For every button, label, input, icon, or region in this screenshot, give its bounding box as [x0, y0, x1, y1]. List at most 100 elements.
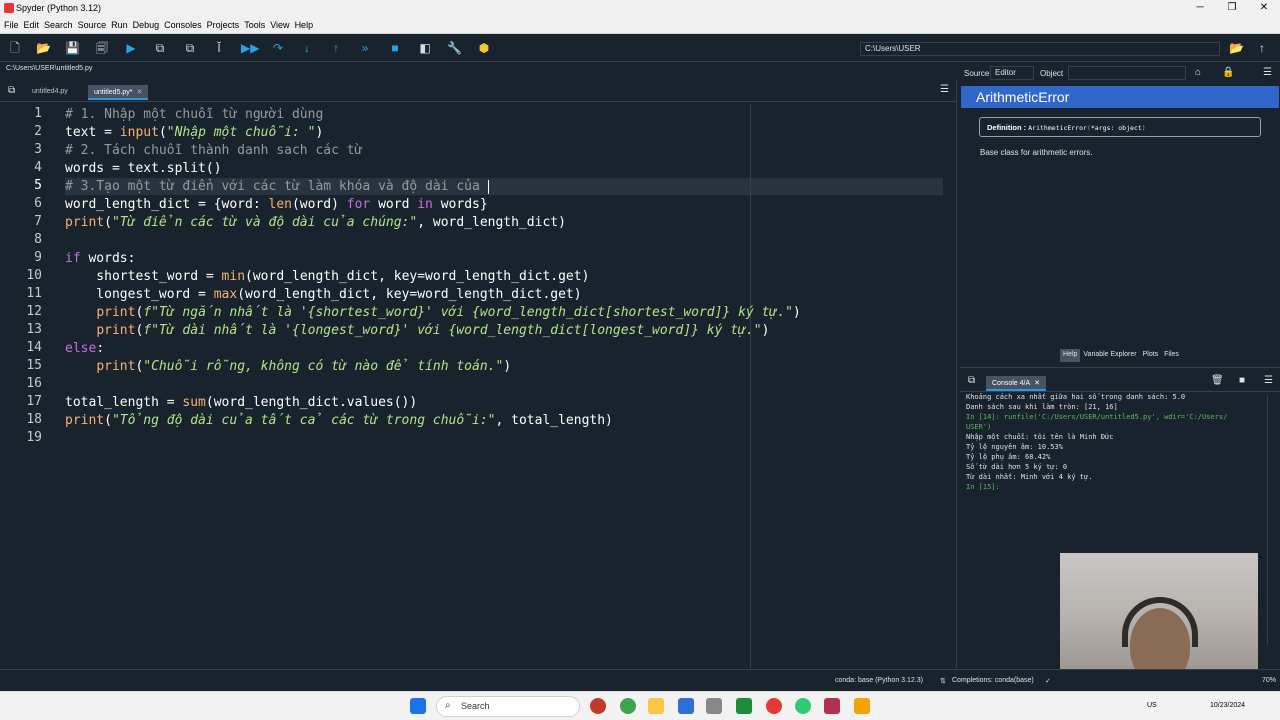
object-input[interactable]	[1068, 66, 1186, 80]
menu-help[interactable]: Help	[295, 20, 314, 30]
run-file-icon[interactable]: ▶	[124, 41, 138, 55]
code-editor[interactable]: # 1. Nhập một chuỗi từ người dùng text =…	[65, 106, 945, 670]
pane-options-menu-icon[interactable]: ☰	[1263, 67, 1272, 78]
console-input-prompt: In [14]: runfile('C:/Users/USER/untitled…	[966, 413, 1228, 421]
code-comment: # 3.Tạo một từ điển với các từ làm khóa …	[65, 179, 488, 194]
editor-options-menu-icon[interactable]: ☰	[940, 84, 949, 95]
tab-label: untitled4.py	[32, 88, 68, 95]
excel-app-icon[interactable]	[736, 698, 752, 714]
console-line: Tỷ lệ phụ âm: 68.42%	[966, 453, 1051, 461]
tab-variable-explorer[interactable]: Variable Explorer	[1080, 349, 1139, 362]
menu-debug[interactable]: Debug	[133, 20, 160, 30]
taskbar-search-box[interactable]: ⌕ Search	[436, 696, 580, 717]
menu-consoles[interactable]: Consoles	[164, 20, 202, 30]
clear-console-icon[interactable]: 🗑	[1211, 375, 1224, 386]
green-app-icon[interactable]	[795, 698, 811, 714]
console-line: Từ dài nhất: Minh với 4 ký tự.	[966, 473, 1093, 481]
menu-source[interactable]: Source	[78, 20, 107, 30]
close-window-button[interactable]: ✕	[1248, 0, 1280, 16]
console-output[interactable]: Khoảng cách xa nhất giữa hai số trong da…	[966, 392, 1266, 492]
browse-directory-icon[interactable]: 📂	[1229, 41, 1244, 55]
close-console-icon[interactable]: ✕	[1034, 380, 1040, 387]
stop-kernel-icon[interactable]: ■	[1239, 375, 1245, 386]
taskbar-date[interactable]: 10/23/2024	[1210, 702, 1245, 709]
step-return-icon[interactable]: ↑	[329, 41, 343, 55]
preferences-wrench-icon[interactable]: 🔧	[447, 41, 462, 55]
menu-file[interactable]: File	[4, 20, 19, 30]
step-into-icon[interactable]: ↓	[300, 41, 314, 55]
tools-app-icon[interactable]	[706, 698, 722, 714]
open-file-icon[interactable]: 📂	[36, 41, 51, 55]
maximize-button[interactable]: ❐	[1216, 0, 1248, 16]
debug-step-icon[interactable]: ↷	[271, 41, 285, 55]
code-line: # 2. Tách chuỗi thành danh sach các từ	[65, 142, 362, 160]
debug-file-icon[interactable]: ▶▶	[241, 41, 259, 55]
spyder-app-icon	[4, 3, 14, 13]
run-cell-advance-icon[interactable]: ⧉	[183, 41, 197, 55]
completions-status[interactable]: Completions: conda(base)	[952, 677, 1034, 684]
keyboard-language[interactable]: US	[1147, 702, 1157, 709]
console-tabbar: ⧉ Console 4/A ✕ 🗑 ■ ☰	[960, 370, 1280, 392]
line-number: 9	[34, 250, 42, 265]
maximize-pane-icon[interactable]: ◧	[418, 41, 432, 55]
file-explorer-icon[interactable]	[648, 698, 664, 714]
youtube-app-icon[interactable]	[766, 698, 782, 714]
line-number: 6	[34, 196, 42, 211]
save-all-icon[interactable]: 🗐	[95, 41, 109, 55]
tab-files[interactable]: Files	[1161, 349, 1182, 362]
console-options-menu-icon[interactable]: ☰	[1264, 375, 1273, 386]
code-line: print("Chuỗi rỗng, không có từ nào để tí…	[96, 359, 512, 374]
code-line: print("Tổng độ dài của tất cả các từ tro…	[65, 413, 613, 428]
line-number: 18	[26, 412, 42, 427]
recorder-app-icon[interactable]	[590, 698, 606, 714]
tab-untitled5[interactable]: untitled5.py* ✕	[88, 85, 149, 100]
editor-file-path: C:\Users\USER\untitled5.py	[6, 65, 93, 72]
browse-consoles-icon[interactable]: ⧉	[968, 375, 975, 386]
menu-tools[interactable]: Tools	[244, 20, 265, 30]
text-cursor	[487, 179, 489, 194]
browse-tabs-icon[interactable]: ⧉	[8, 85, 15, 96]
line-number: 11	[26, 286, 42, 301]
code-line: longest_word = max(word_length_dict, key…	[65, 287, 582, 302]
working-directory-input[interactable]: C:\Users\USER	[860, 42, 1220, 56]
menu-projects[interactable]: Projects	[207, 20, 240, 30]
spyder-taskbar-icon[interactable]	[824, 698, 840, 714]
save-icon[interactable]: 💾	[65, 41, 80, 55]
tab-console-4a[interactable]: Console 4/A ✕	[986, 376, 1047, 391]
source-label: Source	[964, 69, 990, 78]
windows-start-icon[interactable]	[410, 698, 426, 714]
chrome-app-icon[interactable]	[620, 698, 636, 714]
python-path-icon[interactable]: ⬢	[477, 41, 491, 55]
new-file-icon[interactable]: 🗋	[8, 41, 22, 55]
menu-edit[interactable]: Edit	[24, 20, 40, 30]
code-comment: # 2. Tách chuỗi thành danh sach các từ	[65, 143, 363, 158]
code-line: else:	[65, 341, 105, 356]
minimize-button[interactable]: ─	[1184, 0, 1216, 16]
console-tab-label: Console 4/A	[992, 380, 1031, 387]
run-cell-icon[interactable]: ⧉	[153, 41, 167, 55]
continue-icon[interactable]: »	[358, 41, 372, 55]
notepad-app-icon[interactable]	[678, 698, 694, 714]
editor-tabbar: ⧉ untitled4.py untitled5.py* ✕ ☰	[0, 80, 957, 102]
menu-view[interactable]: View	[270, 20, 289, 30]
tab-untitled4[interactable]: untitled4.py	[26, 85, 74, 100]
stop-debug-icon[interactable]: ■	[388, 41, 402, 55]
close-tab-icon[interactable]: ✕	[137, 89, 143, 96]
menubar: File Edit Search Source Run Debug Consol…	[0, 16, 1280, 34]
source-select[interactable]: Editor	[990, 66, 1034, 80]
headphones-icon	[1122, 597, 1198, 647]
line-number: 14	[26, 340, 42, 355]
tab-help[interactable]: Help	[1060, 349, 1081, 362]
tab-plots[interactable]: Plots	[1140, 349, 1162, 362]
conda-env-status[interactable]: conda: base (Python 3.12.3)	[835, 677, 923, 684]
home-icon[interactable]: ⌂	[1195, 67, 1201, 78]
menu-run[interactable]: Run	[111, 20, 128, 30]
console-scrollbar[interactable]	[1267, 395, 1275, 645]
python-taskbar-icon[interactable]	[854, 698, 870, 714]
lock-icon[interactable]: 🔒	[1222, 67, 1234, 78]
menu-search[interactable]: Search	[44, 20, 73, 30]
code-line: total_length = sum(word_length_dict.valu…	[65, 395, 418, 410]
run-selection-icon[interactable]: Ĭ	[212, 41, 226, 55]
parent-directory-icon[interactable]: ↑	[1259, 41, 1265, 55]
console-line: Khoảng cách xa nhất giữa hai số trong da…	[966, 393, 1186, 401]
